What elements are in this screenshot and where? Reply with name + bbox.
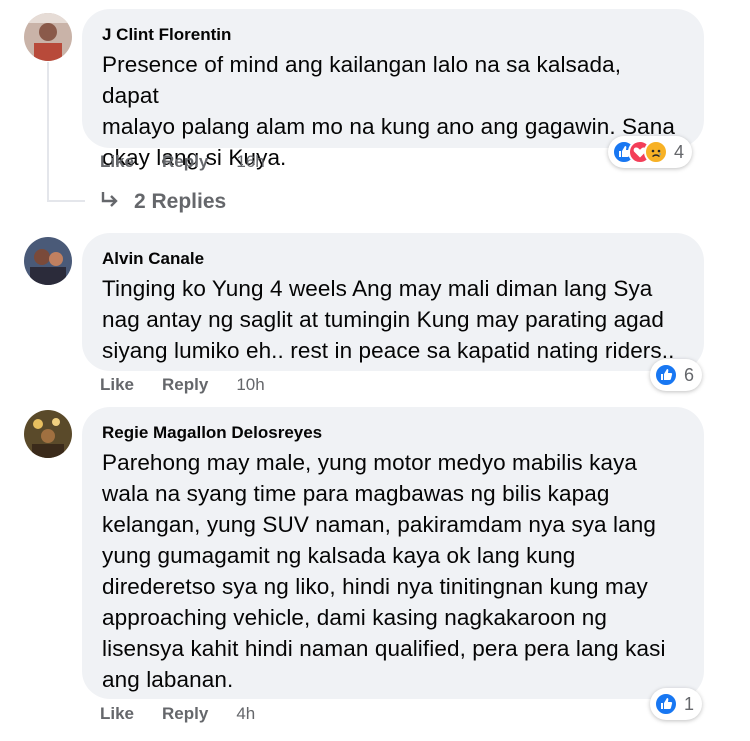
like-icon — [654, 692, 678, 716]
comment-text: Tinging ko Yung 4 weels Ang may mali dim… — [102, 273, 684, 366]
reactions-summary[interactable]: 6 — [650, 359, 703, 391]
comment-timestamp[interactable]: 16h — [236, 152, 264, 172]
comment-text-line: approaching vehicle, dami kasing nagkaka… — [102, 605, 608, 630]
comment-bubble: J Clint Florentin Presence of mind ang k… — [82, 9, 704, 170]
comment-text: Parehong may male, yung motor medyo mabi… — [102, 447, 684, 695]
reaction-count: 1 — [684, 693, 695, 714]
comment-text-line: lisensya kahit hindi naman qualified, pe… — [102, 636, 666, 661]
comment-bubble: Alvin Canale Tinging ko Yung 4 weels Ang… — [82, 233, 704, 371]
comment-text-line: Tinging ko Yung 4 weels Ang may mali dim… — [102, 276, 653, 301]
comment-text-line: wala na syang time para magbawas ng bili… — [102, 481, 610, 506]
like-button[interactable]: Like — [100, 704, 134, 724]
thread-line — [47, 62, 49, 202]
comment-text-line: nag antay ng saglit at tumingin Kung may… — [102, 307, 665, 332]
reply-button[interactable]: Reply — [162, 152, 208, 172]
avatar[interactable] — [24, 237, 72, 285]
comment-text-line: Presence of mind ang kailangan lalo na s… — [102, 52, 622, 108]
comment-actions: Like Reply 10h — [100, 375, 265, 395]
reply-arrow-icon — [100, 189, 120, 215]
view-replies-link[interactable]: 2 Replies — [100, 189, 226, 215]
comment-actions: Like Reply 4h — [100, 704, 255, 724]
reaction-count: 6 — [684, 364, 695, 385]
reactions-summary[interactable]: 1 — [650, 688, 703, 720]
replies-count-label[interactable]: 2 Replies — [134, 190, 226, 214]
avatar[interactable] — [24, 13, 72, 61]
comment-text-line: malayo palang alam mo na kung ano ang ga… — [102, 114, 675, 139]
reaction-count: 4 — [674, 141, 685, 162]
comment-author[interactable]: Alvin Canale — [102, 247, 684, 271]
reply-button[interactable]: Reply — [162, 375, 208, 395]
comment-text-line: kelangan, yung SUV naman, pakiramdam nya… — [102, 512, 656, 537]
like-button[interactable]: Like — [100, 375, 134, 395]
comment-timestamp[interactable]: 10h — [236, 375, 264, 395]
comment-text-line: ang labanan. — [102, 667, 234, 692]
comment-bubble: Regie Magallon Delosreyes Parehong may m… — [82, 407, 704, 699]
like-button[interactable]: Like — [100, 152, 134, 172]
comment-text-line: direderetso sya ng liko, hindi nya tinit… — [102, 574, 648, 599]
comment-timestamp[interactable]: 4h — [236, 704, 255, 724]
avatar[interactable] — [24, 410, 72, 458]
comment-text-line: siyang lumiko eh.. rest in peace sa kapa… — [102, 338, 675, 363]
comment-text-line: yung gumagamit ng kalsada kaya ok lang k… — [102, 543, 576, 568]
comment-text-line: Parehong may male, yung motor medyo mabi… — [102, 450, 638, 475]
comment-author[interactable]: Regie Magallon Delosreyes — [102, 421, 684, 445]
reactions-summary[interactable]: 4 — [608, 136, 693, 168]
like-icon — [654, 363, 678, 387]
sad-icon — [644, 140, 668, 164]
comment-author[interactable]: J Clint Florentin — [102, 23, 684, 47]
reply-button[interactable]: Reply — [162, 704, 208, 724]
comment-actions: Like Reply 16h — [100, 152, 265, 172]
thread-connector — [47, 200, 85, 202]
